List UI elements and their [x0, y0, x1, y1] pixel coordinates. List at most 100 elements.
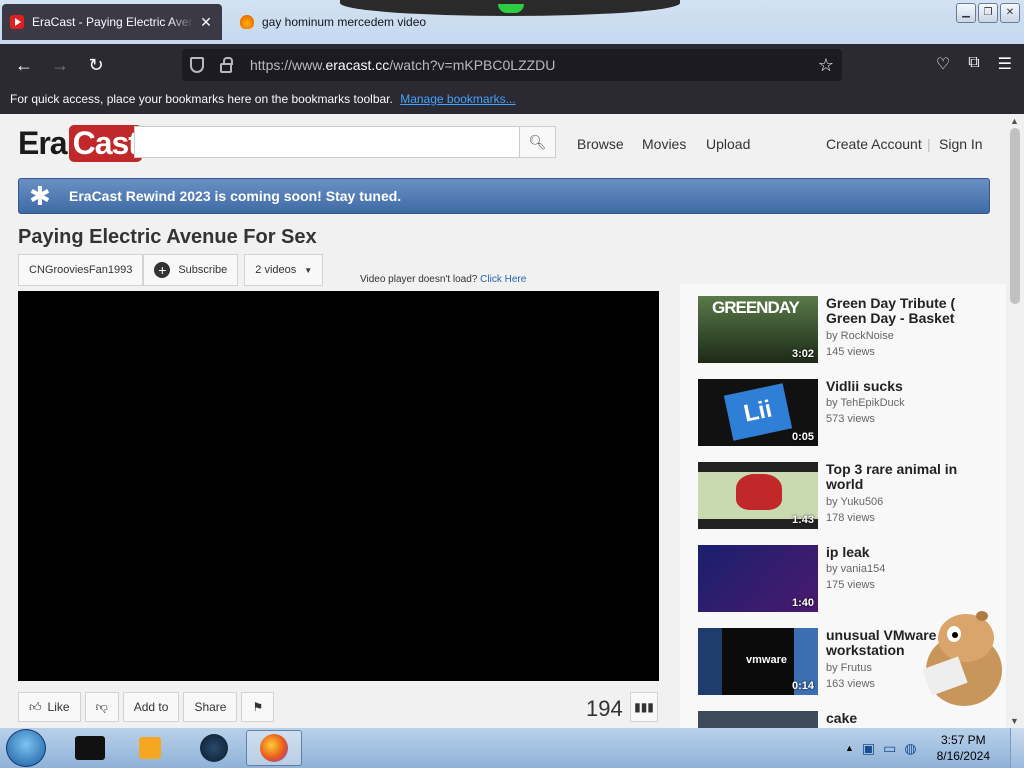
forward-arrow-icon[interactable]: → [48, 54, 72, 78]
bar-chart-icon: ▮▮▮ [634, 700, 654, 714]
scroll-down-icon[interactable]: ▼ [1010, 716, 1019, 726]
dislike-button[interactable]: 👎︎ [84, 692, 119, 722]
taskbar-app-media[interactable] [122, 730, 178, 766]
menu-icon[interactable]: ☰ [998, 54, 1012, 74]
related-author[interactable]: by vania154 [826, 563, 885, 575]
tracking-shield-icon[interactable] [190, 57, 204, 73]
tray-network-icon[interactable]: ▭ [883, 740, 896, 757]
taskbar-app-globe[interactable] [186, 730, 242, 766]
hamster-mascot-icon [922, 611, 1002, 706]
flame-favicon-icon [240, 15, 254, 29]
scroll-up-icon[interactable]: ▲ [1010, 116, 1019, 126]
stats-button[interactable]: ▮▮▮ [630, 692, 658, 722]
video-thumbnail[interactable]: vmware 0:14 [698, 628, 818, 695]
thumbs-up-icon: 👍︎ [29, 699, 42, 714]
firefox-icon [260, 734, 288, 762]
channel-name-button[interactable]: CNGrooviesFan1993 [18, 254, 144, 286]
video-thumbnail[interactable]: 1:40 [698, 545, 818, 612]
like-button[interactable]: 👍︎ Like [18, 692, 81, 722]
related-video[interactable]: 1:43 Top 3 rare animal in world by Yuku5… [698, 462, 998, 530]
video-actions: 👍︎ Like 👎︎ Add to Share ⚑ [18, 692, 275, 722]
taskbar-app-terminal[interactable] [62, 730, 118, 766]
pocket-icon[interactable]: ♡ [936, 54, 950, 74]
minimize-button[interactable]: ▁ [956, 3, 976, 23]
video-player[interactable] [18, 291, 659, 681]
media-player-icon [139, 737, 161, 759]
nav-movies[interactable]: Movies [642, 136, 686, 152]
related-video[interactable]: GREENDAY 3:02 Green Day Tribute ( Green … [698, 296, 998, 364]
plus-icon: + [154, 262, 171, 278]
tray-volume-icon[interactable]: ◍ [904, 740, 916, 757]
extensions-icon[interactable]: ⧉ [968, 54, 979, 74]
toolbar-right: ♡ ⧉ ☰ [936, 54, 1012, 74]
related-author[interactable]: by Yuku506 [826, 496, 883, 508]
asterisk-icon: ✱ [29, 181, 51, 211]
tab-title: gay hominum mercedem video [262, 15, 427, 29]
show-desktop-button[interactable] [1010, 728, 1024, 768]
globe-icon [200, 734, 228, 762]
related-title[interactable]: Vidlii sucks [826, 379, 976, 394]
terminal-icon [75, 736, 105, 760]
related-title[interactable]: Top 3 rare animal in world [826, 462, 976, 492]
search-button[interactable]: 🔍︎ [520, 126, 556, 158]
related-title[interactable]: cake [826, 711, 976, 726]
close-window-button[interactable]: ✕ [1000, 3, 1020, 23]
taskbar: ▲ ▣ ▭ ◍ 3:57 PM 8/16/2024 [0, 728, 1024, 768]
maximize-button[interactable]: ❐ [978, 3, 998, 23]
create-account-link[interactable]: Create Account [826, 136, 922, 152]
lock-icon[interactable] [220, 56, 233, 73]
related-author[interactable]: by Frutus [826, 662, 872, 674]
flag-icon: ⚑ [252, 700, 264, 714]
window-controls: ▁ ❐ ✕ [956, 3, 1020, 23]
videos-dropdown[interactable]: 2 videos ▼ [244, 254, 324, 286]
search-icon: 🔍︎ [528, 134, 547, 150]
bookmarks-hint: For quick access, place your bookmarks h… [10, 92, 393, 106]
search-input[interactable] [134, 126, 520, 158]
tab-eracast[interactable]: EraCast - Paying Electric Avenue For Sex… [2, 4, 222, 40]
click-here-link[interactable]: Click Here [480, 274, 526, 285]
eracast-favicon-icon [10, 15, 24, 29]
related-author[interactable]: by RockNoise [826, 330, 894, 342]
add-to-button[interactable]: Add to [122, 692, 180, 722]
tray-shield-icon[interactable]: ▣ [862, 740, 875, 757]
close-tab-icon[interactable]: ✕ [198, 14, 214, 31]
related-views: 178 views [826, 512, 875, 524]
scrollbar-thumb[interactable] [1010, 128, 1020, 304]
share-button[interactable]: Share [183, 692, 238, 722]
system-tray: ▲ ▣ ▭ ◍ 3:57 PM 8/16/2024 [845, 728, 1024, 768]
tray-expand-icon[interactable]: ▲ [845, 743, 854, 753]
video-thumbnail[interactable]: 1:43 [698, 462, 818, 529]
video-thumbnail[interactable] [698, 711, 818, 728]
manage-bookmarks-link[interactable]: Manage bookmarks... [400, 92, 515, 106]
bookmark-star-icon[interactable]: ☆ [818, 55, 834, 76]
browser-toolbar: ← → ↻ https://www.eracast.cc/watch?v=mKP… [0, 44, 1024, 86]
reload-icon[interactable]: ↻ [84, 54, 108, 78]
video-title: Paying Electric Avenue For Sex [18, 226, 317, 248]
related-title[interactable]: ip leak [826, 545, 976, 560]
clock[interactable]: 3:57 PM 8/16/2024 [937, 732, 990, 764]
subscribe-button[interactable]: + Subscribe [143, 254, 239, 286]
start-button[interactable] [6, 729, 46, 767]
sign-in-link[interactable]: Sign In [939, 136, 983, 152]
video-thumbnail[interactable]: Lii 0:05 [698, 379, 818, 446]
bookmarks-toolbar: For quick access, place your bookmarks h… [0, 86, 1024, 114]
taskbar-app-firefox[interactable] [246, 730, 302, 766]
nav-browse[interactable]: Browse [577, 136, 624, 152]
page-scrollbar[interactable]: ▲ ▼ [1006, 114, 1024, 728]
related-video[interactable]: Lii 0:05 Vidlii sucks by TehEpikDuck 573… [698, 379, 998, 447]
nav-upload[interactable]: Upload [706, 136, 750, 152]
related-title[interactable]: Green Day Tribute ( Green Day - Basket [826, 296, 976, 326]
video-thumbnail[interactable]: GREENDAY 3:02 [698, 296, 818, 363]
url-text[interactable]: https://www.eracast.cc/watch?v=mKPBC0LZZ… [250, 57, 818, 73]
related-views: 145 views [826, 346, 875, 358]
related-author[interactable]: by TehEpikDuck [826, 397, 905, 409]
flag-button[interactable]: ⚑ [241, 692, 275, 722]
thumbs-down-icon: 👎︎ [95, 699, 108, 714]
announcement-banner: ✱ EraCast Rewind 2023 is coming soon! St… [18, 178, 990, 214]
back-arrow-icon[interactable]: ← [12, 54, 36, 78]
related-views: 163 views [826, 678, 875, 690]
address-bar[interactable]: https://www.eracast.cc/watch?v=mKPBC0LZZ… [182, 49, 842, 81]
eracast-logo[interactable]: Era Cast [18, 122, 142, 164]
channel-bar: CNGrooviesFan1993 + Subscribe 2 videos ▼ [18, 254, 324, 286]
related-video[interactable]: cake [698, 711, 998, 728]
